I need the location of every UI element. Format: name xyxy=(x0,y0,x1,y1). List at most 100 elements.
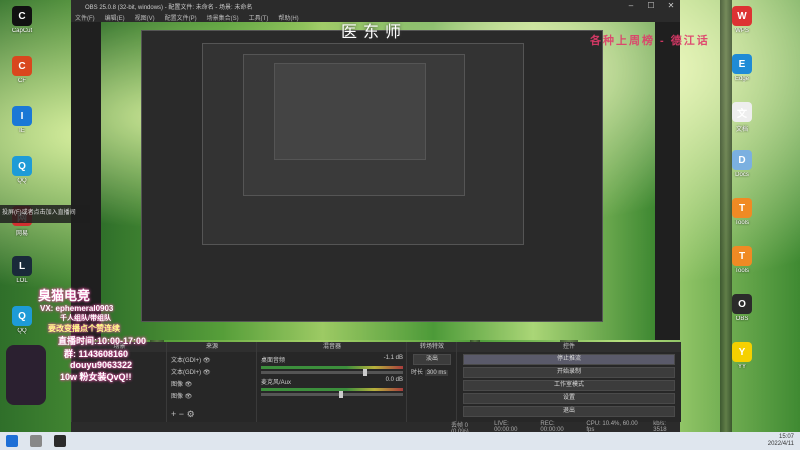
desktop-icon-3[interactable]: Q QQ xyxy=(2,156,42,184)
fader-knob[interactable] xyxy=(339,391,344,398)
control-button-4[interactable]: 退出 xyxy=(463,406,675,417)
tools-icon: T xyxy=(732,198,752,218)
duration-label: 时长 xyxy=(411,370,424,376)
settings-icon[interactable]: ⚙ xyxy=(187,409,195,419)
duration-row: 时长 300 ms xyxy=(411,367,453,376)
eye-icon[interactable]: 👁 xyxy=(201,358,211,364)
sources-title: 来源 xyxy=(167,342,257,352)
desktop-icon-4[interactable]: T Tools xyxy=(722,198,762,226)
desktop-icon-label: 网易 xyxy=(15,231,28,237)
desktop-icon-label: Tools xyxy=(734,268,749,274)
menu-item[interactable]: 视图(V) xyxy=(135,13,155,22)
overlay-live-time: 直播时间:10:00-17:00 xyxy=(58,336,147,346)
minimize-icon[interactable]: – xyxy=(622,0,640,12)
overlay-group: 群: 1143608160 xyxy=(64,349,129,359)
control-button-1[interactable]: 开始录制 xyxy=(463,367,675,378)
nested-preview-3 xyxy=(243,54,465,196)
volume-meter xyxy=(261,388,403,391)
channel-db: -1.1 dB xyxy=(383,355,403,361)
desktop-icon-1[interactable]: E Edge xyxy=(722,54,762,82)
search-icon[interactable] xyxy=(30,435,42,447)
docs2-icon: D xyxy=(732,150,752,170)
channel-name: 桌面音频 xyxy=(261,358,286,364)
eye-icon[interactable]: 👁 xyxy=(201,370,211,376)
desktop-icon-label: CF xyxy=(18,78,26,84)
desktop-icon-label: Docs xyxy=(735,172,749,178)
fader-knob[interactable] xyxy=(363,369,368,376)
source-name: 文本(GDI+) xyxy=(171,370,202,376)
source-item[interactable]: 文本(GDI+) 👁 xyxy=(171,367,253,376)
desktop-icon-6[interactable]: O OBS xyxy=(722,294,762,322)
desktop-icon-7[interactable]: Y YY xyxy=(722,342,762,370)
source-item[interactable]: 文本(GDI+) 👁 xyxy=(171,355,253,364)
desktop-icon-label: IE xyxy=(19,128,25,134)
desktop-icon-2[interactable]: I IE xyxy=(2,106,42,134)
remove-source-icon[interactable]: − xyxy=(179,409,184,419)
desktop-icon-0[interactable]: C CapCut xyxy=(2,6,42,34)
eye-icon[interactable]: 👁 xyxy=(183,382,193,388)
eye-icon[interactable]: 👁 xyxy=(183,394,193,400)
add-remove-controls: + − ⚙ xyxy=(171,409,195,420)
desktop-icon-1[interactable]: C CF xyxy=(2,56,42,84)
overlay-sub: 千人组队/带组队 xyxy=(60,315,111,322)
maximize-icon[interactable]: ☐ xyxy=(642,0,660,12)
menu-item[interactable]: 工具(T) xyxy=(249,13,269,22)
overlay-line1: 要改变播点个赞连续 xyxy=(48,324,120,333)
notice-popup: 投屏(F)或者点击加入直播间 xyxy=(0,205,90,223)
add-source-icon[interactable]: + xyxy=(171,409,176,419)
desktop-icon-label: Edge xyxy=(734,76,749,82)
desktop-icon-label: 文档 xyxy=(735,127,748,133)
desktop-icon-label: OBS xyxy=(735,316,749,322)
nested-preview-2 xyxy=(202,43,524,245)
source-item[interactable]: 图像 👁 xyxy=(171,379,253,388)
mixer-rows: 桌面音频 -1.1 dB 麦克风/Aux 0.0 dB xyxy=(257,355,407,398)
desktop-icon-label: LOL xyxy=(16,278,28,284)
source-item[interactable]: 图像 👁 xyxy=(171,391,253,400)
volume-fader[interactable] xyxy=(261,391,403,398)
taskbar: 15:07 2022/4/11 xyxy=(0,432,800,450)
duration-input[interactable]: 300 ms xyxy=(424,370,449,376)
clock-time: 15:07 xyxy=(778,434,794,440)
desktop-icon-0[interactable]: W WPS xyxy=(722,6,762,34)
close-icon[interactable]: ✕ xyxy=(662,0,680,12)
anime-avatar xyxy=(6,345,46,405)
obs-taskbar-icon[interactable] xyxy=(54,435,66,447)
control-button-3[interactable]: 设置 xyxy=(463,393,675,404)
control-button-0[interactable]: 停止推流 xyxy=(463,354,675,365)
controls-title: 控件 xyxy=(457,342,681,352)
qq-icon: Q xyxy=(12,156,32,176)
desktop-icon-3[interactable]: D Docs xyxy=(722,150,762,178)
preview-canvas[interactable]: 医东师 xyxy=(101,22,655,340)
menu-item[interactable]: 文件(F) xyxy=(75,13,95,22)
system-clock: 15:07 2022/4/11 xyxy=(768,434,794,448)
menu-item[interactable]: 配置文件(P) xyxy=(165,13,197,22)
overlay-brand: 臭猫电竞 xyxy=(38,288,91,303)
tools2-icon: T xyxy=(732,246,752,266)
transitions-title: 转场特效 xyxy=(407,342,457,352)
stream-overlay: 臭猫电竞 VX: ephemeral0903 千人组队/带组队 要改变播点个赞连… xyxy=(0,285,170,435)
desktop-icon-2[interactable]: 文文档 xyxy=(722,102,762,133)
desktop-icon-label: WPS xyxy=(735,28,749,34)
sources-list: 文本(GDI+) 👁 文本(GDI+) 👁 图像 👁 图像 👁 xyxy=(167,355,257,400)
menu-item[interactable]: 帮助(H) xyxy=(278,13,298,22)
control-button-2[interactable]: 工作室模式 xyxy=(463,380,675,391)
capcut-icon: C xyxy=(12,6,32,26)
overlay-top-text: 各种上周榜 - 德江话 xyxy=(590,35,710,47)
clock-date: 2022/4/11 xyxy=(767,441,794,447)
desktop-icon-5[interactable]: T Tools xyxy=(722,246,762,274)
menu-item[interactable]: 编辑(E) xyxy=(105,13,125,22)
menu-bar: 文件(F) 编辑(E) 视图(V) 配置文件(P) 场景集合(S) 工具(T) 帮助(H) xyxy=(71,12,680,22)
start-icon[interactable] xyxy=(6,435,18,447)
watermark-text: 医东师 xyxy=(341,24,408,41)
obs-titlebar[interactable]: OBS 25.0.8 (32-bit, windows) - 配置文件: 未命名… xyxy=(71,0,680,12)
obs-icon: O xyxy=(732,294,752,314)
transition-select[interactable]: 淡出 xyxy=(413,354,451,365)
channel-db: 0.0 dB xyxy=(385,377,403,383)
window-title: OBS 25.0.8 (32-bit, windows) - 配置文件: 未命名… xyxy=(85,4,253,11)
volume-fader[interactable] xyxy=(261,369,403,376)
transitions-dock: 转场特效 淡出 时长 300 ms xyxy=(406,342,457,422)
overlay-tail: 10w 粉女装QvQ!! xyxy=(60,372,132,382)
desktop-icon-5[interactable]: L LOL xyxy=(2,256,42,284)
yy-icon: Y xyxy=(732,342,752,362)
menu-item[interactable]: 场景集合(S) xyxy=(207,13,239,22)
